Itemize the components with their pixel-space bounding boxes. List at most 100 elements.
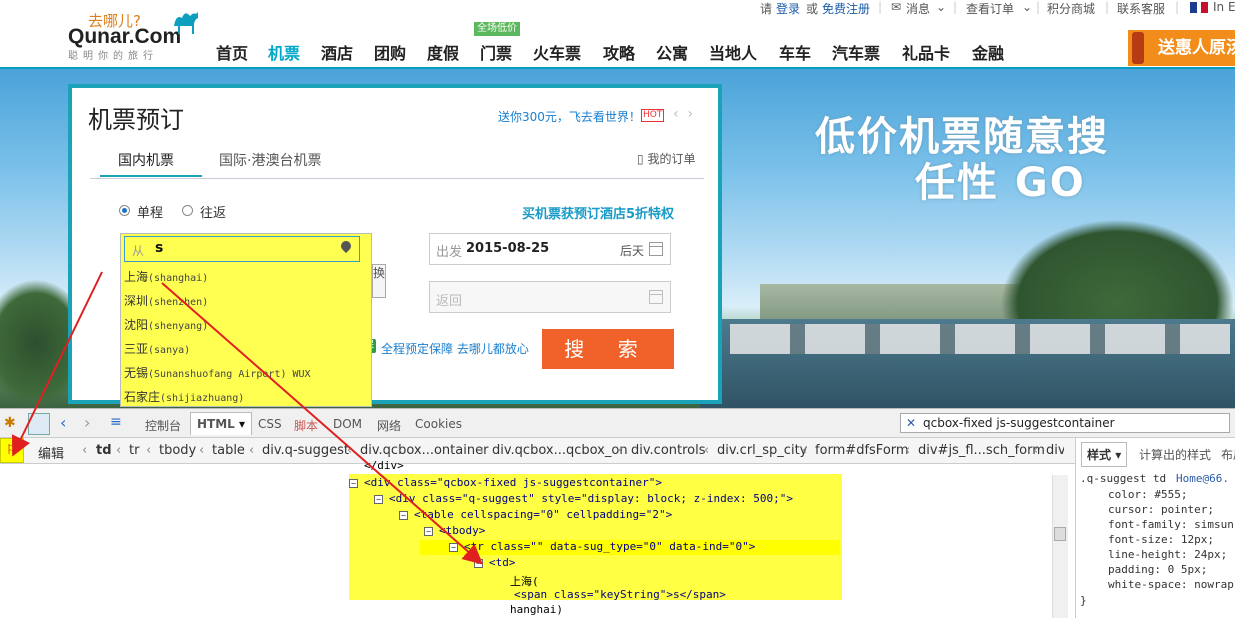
messages-link[interactable]: 消息 — [906, 0, 930, 17]
collapse-toggle[interactable]: − — [474, 559, 483, 568]
promo-carousel-arrows[interactable]: ‹ › — [673, 106, 693, 122]
language-link[interactable]: In E — [1213, 0, 1235, 14]
crumb-div[interactable]: div — [1046, 443, 1064, 458]
back-arrow-icon[interactable]: ‹ — [60, 413, 66, 432]
crumb-tbody[interactable]: tbody — [159, 443, 196, 458]
tab-cookies[interactable]: Cookies — [415, 417, 462, 431]
css-prop[interactable]: white-space: nowrap — [1108, 578, 1234, 591]
collapse-toggle[interactable]: − — [399, 511, 408, 520]
nav-vacation[interactable]: 度假 — [427, 40, 459, 64]
tab-international-flights[interactable]: 国际·港澳台机票 — [219, 150, 321, 170]
login-link[interactable]: 登录 — [776, 0, 800, 17]
forward-arrow-icon[interactable]: › — [84, 413, 90, 432]
promo-banner-right[interactable]: 送惠人原汤 — [1128, 30, 1235, 66]
suggest-item[interactable]: 沈阳(shenyang) — [124, 313, 360, 337]
suggest-item[interactable]: 无锡(Sunanshuofang Airport) WUX — [124, 361, 360, 385]
crumb-crl-sp-city[interactable]: div.crl_sp_city — [717, 443, 807, 458]
collapse-toggle[interactable]: − — [374, 495, 383, 504]
my-orders-link[interactable]: ▯ 我的订单 — [637, 150, 695, 167]
tab-html[interactable]: HTML ▾ — [190, 412, 253, 435]
suggest-item[interactable]: 上海(shanghai) — [124, 265, 360, 289]
nav-train[interactable]: 火车票 — [533, 40, 581, 64]
tab-styles[interactable]: 样式 ▾ — [1081, 442, 1128, 467]
tab-script[interactable]: 脚本 — [294, 417, 318, 434]
crumb-td[interactable]: td — [96, 443, 112, 458]
calendar-icon[interactable] — [649, 242, 663, 256]
search-button[interactable]: 搜 索 — [542, 329, 674, 369]
tab-dom[interactable]: DOM — [333, 417, 362, 431]
crumb-table[interactable]: table — [212, 443, 245, 458]
nav-guides[interactable]: 攻略 — [603, 40, 635, 64]
nav-giftcard[interactable]: 礼品卡 — [902, 40, 950, 64]
suggest-item[interactable]: 三亚(sanya) — [124, 337, 360, 361]
suggest-item[interactable]: 深圳(shenzhen) — [124, 289, 360, 313]
edit-button[interactable]: 编辑 — [38, 443, 64, 462]
css-prop[interactable]: color: #555; — [1108, 488, 1187, 501]
code-line[interactable]: <table cellspacing="0" cellpadding="2"> — [414, 508, 672, 521]
nav-bus[interactable]: 汽车票 — [832, 40, 880, 64]
collapse-toggle[interactable]: − — [424, 527, 433, 536]
radio-oneway[interactable] — [119, 205, 130, 216]
booking-promo-link[interactable]: 送你300元，飞去看世界！ — [498, 108, 641, 125]
nav-tickets[interactable]: 门票 — [480, 40, 512, 64]
bookmark-icon[interactable]: ⚐ — [0, 438, 24, 463]
nav-finance[interactable]: 金融 — [972, 40, 1004, 64]
css-prop[interactable]: padding: 0 5px; — [1108, 563, 1207, 576]
code-line[interactable]: <div class="q-suggest" style="display: b… — [389, 492, 793, 505]
calendar-icon[interactable] — [649, 290, 663, 304]
tab-console[interactable]: 控制台 — [145, 417, 181, 434]
radio-roundtrip-label[interactable]: 往返 — [200, 202, 226, 221]
radio-oneway-label[interactable]: 单程 — [137, 202, 163, 221]
radio-roundtrip[interactable] — [182, 205, 193, 216]
devtools-search-input[interactable]: ✕ qcbox-fixed js-suggestcontainer — [900, 413, 1230, 433]
inspect-icon[interactable] — [28, 413, 50, 435]
collapse-toggle[interactable]: − — [449, 543, 458, 552]
close-icon[interactable]: ✕ — [906, 416, 916, 430]
vertical-scrollbar[interactable] — [1052, 475, 1068, 618]
code-line[interactable]: <span class="keyString">s</span> — [514, 588, 726, 601]
css-prop[interactable]: line-height: 24px; — [1108, 548, 1227, 561]
nav-locals[interactable]: 当地人 — [709, 40, 757, 64]
list-icon[interactable]: ≡ — [110, 414, 122, 430]
collapse-toggle[interactable]: − — [349, 479, 358, 488]
contact-service-link[interactable]: 联系客服 — [1117, 0, 1165, 17]
crumb-controls[interactable]: div.controls — [631, 443, 706, 458]
crumb-tr[interactable]: tr — [129, 443, 139, 458]
from-input-value[interactable]: s — [155, 240, 163, 256]
nav-home[interactable]: 首页 — [216, 40, 248, 64]
guarantee-link[interactable]: 全程预定保障 去哪儿都放心 — [381, 340, 529, 357]
nav-groupbuy[interactable]: 团购 — [374, 40, 406, 64]
scrollbar-thumb[interactable] — [1054, 527, 1066, 541]
css-source-link[interactable]: Home@66. — [1176, 472, 1229, 485]
nav-apartments[interactable]: 公寓 — [656, 40, 688, 64]
firebug-icon[interactable]: ✱ — [4, 415, 16, 431]
code-line[interactable]: <tr class="" data-sug_type="0" data-ind=… — [464, 540, 755, 553]
tab-layout[interactable]: 布局 — [1221, 446, 1235, 463]
register-link[interactable]: 免费注册 — [822, 0, 870, 17]
suggest-item[interactable]: 石家庄(shijiazhuang) — [124, 385, 360, 409]
nav-flights[interactable]: 机票 — [268, 40, 300, 64]
css-prop[interactable]: font-size: 12px; — [1108, 533, 1214, 546]
breadcrumb-left-arrow-icon[interactable]: ‹ — [82, 443, 87, 458]
code-line[interactable]: <tbody> — [439, 524, 485, 537]
swap-cities-button[interactable]: 换 — [372, 264, 386, 298]
crumb-qcbox-container[interactable]: div.qcbox...ontainer — [360, 443, 488, 458]
css-prop[interactable]: cursor: pointer; — [1108, 503, 1214, 516]
tab-domestic-flights[interactable]: 国内机票 — [118, 150, 174, 170]
hotel-discount-link[interactable]: 买机票获预订酒店5折特权 — [522, 203, 674, 222]
code-line[interactable]: <div class="qcbox-fixed js-suggestcontai… — [364, 476, 662, 489]
points-mall-link[interactable]: 积分商城 — [1047, 0, 1095, 17]
logo[interactable]: Qunar.Com — [68, 25, 181, 49]
crumb-qcbox-on[interactable]: div.qcbox...qcbox_on — [492, 443, 628, 458]
tab-computed[interactable]: 计算出的样式 — [1139, 446, 1211, 463]
css-prop[interactable]: font-family: simsun — [1108, 518, 1234, 531]
crumb-q-suggest[interactable]: div.q-suggest — [262, 443, 349, 458]
return-date-field[interactable] — [429, 281, 671, 313]
code-line[interactable]: <td> — [489, 556, 516, 569]
crumb-dfsform[interactable]: form#dfsForm — [815, 443, 909, 458]
nav-hotels[interactable]: 酒店 — [321, 40, 353, 64]
check-order-link[interactable]: 查看订单 — [966, 0, 1014, 17]
crumb-sch-form[interactable]: div#js_fl...sch_form — [918, 443, 1045, 458]
tab-network[interactable]: 网络 — [377, 417, 401, 434]
nav-cars[interactable]: 车车 — [779, 40, 811, 64]
